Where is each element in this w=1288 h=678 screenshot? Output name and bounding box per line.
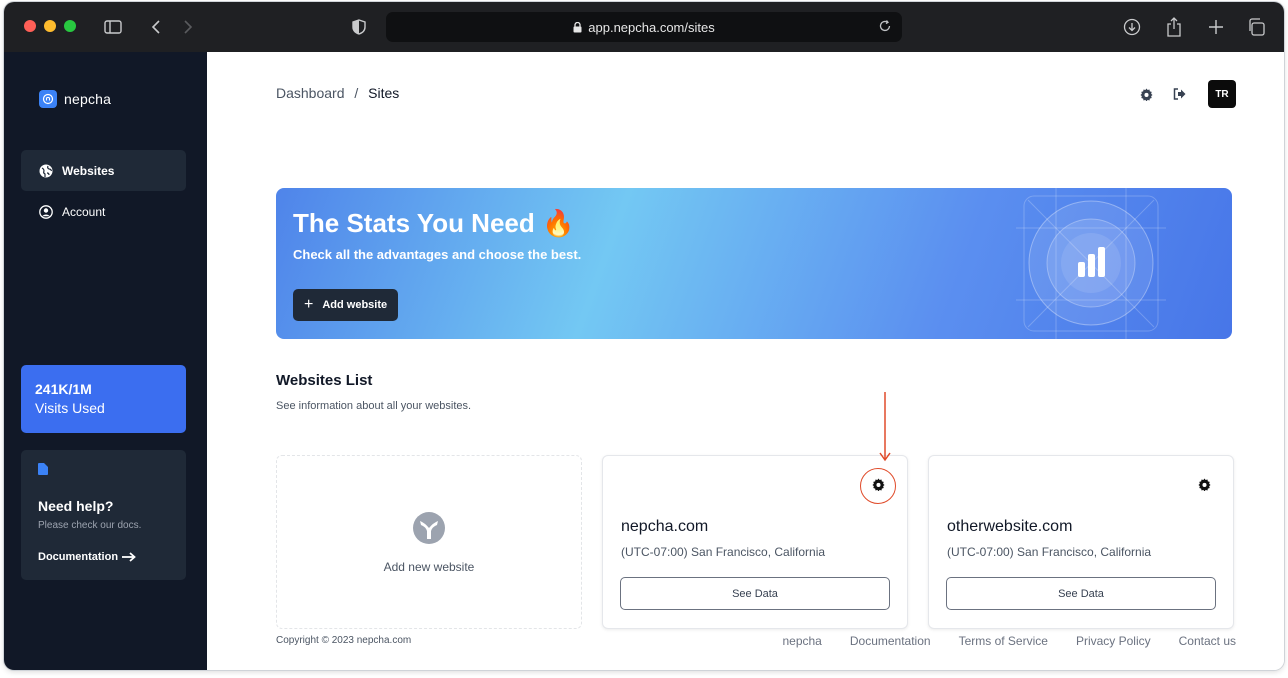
website-name: otherwebsite.com [947, 518, 1073, 535]
footer-link-contact[interactable]: Contact us [1179, 634, 1236, 648]
usage-value: 241K/1M [35, 381, 92, 397]
website-timezone: (UTC-07:00) San Francisco, California [947, 545, 1152, 559]
add-website-button-label: Add website [322, 299, 388, 311]
stats-illustration-icon [1016, 188, 1166, 339]
see-data-button[interactable]: See Data [946, 577, 1216, 610]
website-card-otherwebsite: otherwebsite.com (UTC-07:00) San Francis… [928, 455, 1234, 629]
privacy-shield-icon[interactable] [350, 15, 368, 39]
footer-link-documentation[interactable]: Documentation [850, 634, 931, 648]
downloads-icon[interactable] [1122, 15, 1142, 39]
browser-window: app.nepcha.com/sites nepcha Websites Acc… [4, 2, 1284, 670]
breadcrumb-current: Sites [368, 85, 400, 101]
tab-overview-icon[interactable] [1246, 15, 1266, 39]
brand-name: nepcha [64, 91, 112, 107]
footer-link-nepcha[interactable]: nepcha [782, 634, 821, 648]
footer-links: nepcha Documentation Terms of Service Pr… [754, 634, 1236, 648]
add-website-button[interactable]: + Add website [293, 289, 399, 321]
breadcrumb-dashboard[interactable]: Dashboard [276, 85, 345, 101]
share-icon[interactable] [1164, 15, 1184, 39]
gear-icon[interactable] [872, 478, 885, 491]
logout-icon[interactable] [1173, 88, 1186, 100]
website-card-nepcha: nepcha.com (UTC-07:00) San Francisco, Ca… [602, 455, 908, 629]
usage-card: 241K/1M Visits Used [21, 365, 186, 433]
help-subtitle: Please check our docs. [38, 520, 142, 531]
minimize-window-button[interactable] [44, 20, 56, 32]
url-text: app.nepcha.com/sites [588, 19, 715, 35]
document-icon [38, 462, 48, 479]
add-new-website-card[interactable]: Add new website [276, 455, 582, 629]
annotation-arrow-icon [879, 392, 891, 462]
sidebar-item-label: Websites [62, 163, 115, 178]
forward-icon[interactable] [180, 15, 196, 39]
breadcrumb: Dashboard / Sites [276, 85, 399, 101]
avatar[interactable]: TR [1208, 80, 1236, 108]
websites-list-subtitle: See information about all your websites. [276, 400, 472, 412]
websites-list-title: Websites List [276, 372, 373, 389]
breadcrumb-separator: / [354, 85, 359, 101]
see-data-button[interactable]: See Data [620, 577, 890, 610]
new-tab-icon[interactable] [1206, 15, 1226, 39]
help-title: Need help? [38, 498, 114, 514]
sidebar-item-websites[interactable]: Websites [21, 150, 186, 191]
header-actions: TR [1120, 80, 1236, 108]
sidebar-item-account[interactable]: Account [21, 191, 186, 232]
lock-icon [573, 21, 582, 33]
sidebar-item-label: Account [62, 204, 106, 219]
add-new-website-label: Add new website [383, 560, 475, 574]
browser-titlebar: app.nepcha.com/sites [4, 2, 1284, 52]
footer-copyright: Copyright © 2023 nepcha.com [276, 635, 412, 646]
address-bar[interactable]: app.nepcha.com/sites [386, 12, 902, 42]
sidebar: nepcha Websites Account 241K/1M Visits U… [4, 52, 207, 670]
close-window-button[interactable] [24, 20, 36, 32]
usage-label: Visits Used [35, 400, 105, 416]
arrow-right-icon [122, 552, 136, 562]
add-website-icon [412, 511, 446, 550]
user-circle-icon [39, 204, 53, 219]
website-timezone: (UTC-07:00) San Francisco, California [621, 545, 826, 559]
hero-banner: The Stats You Need 🔥 Check all the advan… [276, 188, 1232, 339]
settings-gear-icon[interactable] [1140, 87, 1153, 101]
globe-icon [39, 164, 53, 178]
nepcha-logo-icon [39, 90, 57, 108]
reload-icon[interactable] [878, 19, 892, 36]
brand-logo[interactable]: nepcha [39, 90, 111, 108]
help-card: Need help? Please check our docs. Docume… [21, 450, 186, 580]
sidebar-toggle-icon[interactable] [102, 15, 124, 39]
footer-link-privacy[interactable]: Privacy Policy [1076, 634, 1151, 648]
website-name: nepcha.com [621, 518, 709, 535]
back-icon[interactable] [148, 15, 164, 39]
documentation-link[interactable]: Documentation [38, 551, 186, 563]
footer-link-terms[interactable]: Terms of Service [959, 634, 1048, 648]
main-content: Dashboard / Sites TR The Stats You Need … [207, 52, 1284, 670]
maximize-window-button[interactable] [64, 20, 76, 32]
banner-subtitle: Check all the advantages and choose the … [293, 247, 582, 262]
documentation-link-label: Documentation [38, 551, 119, 563]
banner-title: The Stats You Need 🔥 [293, 208, 575, 238]
gear-icon[interactable] [1198, 478, 1211, 491]
plus-icon: + [304, 296, 314, 313]
